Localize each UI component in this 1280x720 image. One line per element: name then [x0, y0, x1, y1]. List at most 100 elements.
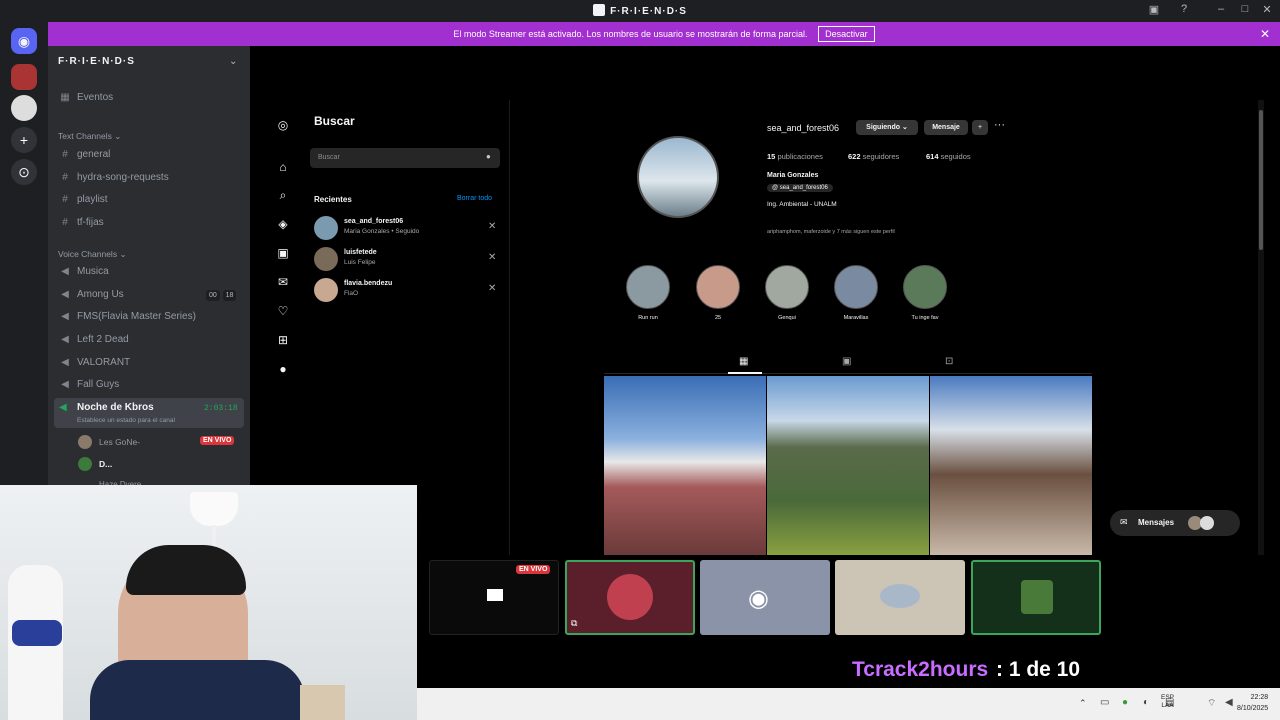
create-icon[interactable]: ⊞: [276, 333, 290, 347]
speaker-icon: ◀: [61, 334, 69, 345]
profile-avatar-icon[interactable]: ●: [276, 362, 290, 376]
guild-name[interactable]: F·R·I·E·N·D·S: [58, 56, 135, 67]
participant-tile[interactable]: ⧉: [565, 560, 695, 635]
wifi-icon[interactable]: ⌔: [1207, 697, 1216, 710]
text-channels-header[interactable]: Text Channels ⌄: [58, 131, 121, 142]
discover-icon[interactable]: ⊙: [11, 159, 37, 185]
followed-by[interactable]: ariphamphom, maferzoide y 7 más siguen e…: [767, 229, 895, 235]
avatar: [1021, 580, 1053, 614]
recent-search-item[interactable]: sea_and_forest06 Maria Gonzales • Seguid…: [310, 214, 500, 242]
discord-home-icon[interactable]: ◉: [11, 28, 37, 54]
reels-icon[interactable]: ▣: [276, 246, 290, 260]
tray-icon[interactable]: ▭: [1100, 697, 1109, 708]
voice-member[interactable]: Les GoNe- EN VIVO: [78, 434, 244, 450]
participant-tile[interactable]: [971, 560, 1101, 635]
chevron-down-icon[interactable]: ⌄: [229, 56, 237, 67]
add-server-icon[interactable]: +: [11, 127, 37, 153]
clock[interactable]: 22:28 8/10/2025: [1237, 692, 1268, 714]
clear-all-link[interactable]: Borrar todo: [457, 195, 492, 202]
instagram-icon[interactable]: ◎: [276, 118, 290, 132]
post-thumbnail[interactable]: [604, 376, 766, 555]
tagged-tab-icon[interactable]: ⊡: [945, 356, 953, 367]
speaker-icon: ◀: [61, 357, 69, 368]
app-logo-icon: [593, 4, 606, 16]
stream-tile[interactable]: EN VIVO: [429, 560, 559, 635]
clear-search-icon[interactable]: ●: [486, 152, 491, 161]
message-button[interactable]: Mensaje: [924, 120, 968, 135]
following-count[interactable]: 614 seguidos: [926, 152, 971, 161]
voice-channel-musica[interactable]: ◀ Musica: [58, 262, 244, 282]
followers-count[interactable]: 622 seguidores: [848, 152, 899, 161]
stream-overlay-counter: : 1 de 10: [996, 658, 1081, 681]
user-limit-badge: 18: [222, 290, 237, 301]
messages-icon[interactable]: ✉: [276, 275, 290, 289]
inbox-icon[interactable]: ▣: [1145, 3, 1163, 19]
close-window-button[interactable]: ✕: [1258, 3, 1276, 19]
tray-icon[interactable]: ◐: [1143, 697, 1149, 708]
speaker-icon: ◀: [61, 266, 69, 277]
maximize-button[interactable]: □: [1236, 3, 1254, 19]
minimize-button[interactable]: –: [1212, 3, 1230, 19]
search-input[interactable]: Buscar ●: [310, 148, 500, 168]
remove-recent-icon[interactable]: ✕: [488, 283, 496, 294]
tray-icon[interactable]: ●: [1122, 697, 1128, 708]
search-icon[interactable]: ⌕: [276, 188, 290, 202]
voice-channel-left2dead[interactable]: ◀ Left 2 Dead: [58, 330, 244, 350]
avatar: [314, 216, 338, 240]
voice-member[interactable]: D...: [78, 456, 244, 472]
story-highlight[interactable]: 25: [696, 265, 740, 321]
participant-tile[interactable]: ◉: [700, 560, 830, 635]
lamp: [190, 492, 238, 526]
home-icon[interactable]: ⌂: [276, 160, 290, 174]
voice-channel-fms[interactable]: ◀ FMS(Flavia Master Series): [58, 307, 244, 327]
events-item[interactable]: ▦ Eventos: [58, 88, 244, 108]
avatar: [1200, 516, 1214, 530]
chevron-up-icon[interactable]: ⌃: [1079, 698, 1087, 709]
channel-status[interactable]: Establece un estado para el canal: [77, 417, 175, 424]
recent-search-item[interactable]: flavia.bendezu FlaO ✕: [310, 276, 500, 304]
following-button[interactable]: Siguiendo ⌄: [856, 120, 918, 135]
server-icon[interactable]: [11, 64, 37, 90]
remove-recent-icon[interactable]: ✕: [488, 252, 496, 263]
messages-pill[interactable]: ✉ Mensajes: [1110, 510, 1240, 536]
heart-icon[interactable]: ♡: [276, 304, 290, 318]
speaker-icon: ◀: [61, 289, 69, 300]
story-highlight[interactable]: Maravillas: [834, 265, 878, 321]
voice-channel-valorant[interactable]: ◀ VALORANT: [58, 353, 244, 373]
story-highlight[interactable]: Tu inge fav: [903, 265, 947, 321]
voice-channel-among-us[interactable]: ◀ Among Us 00 18: [58, 285, 244, 305]
server-icon-friends[interactable]: [11, 95, 37, 121]
deactivate-button[interactable]: Desactivar: [818, 26, 875, 42]
avatar: [314, 247, 338, 271]
channel-playlist[interactable]: # playlist: [58, 190, 244, 210]
channel-general[interactable]: # general: [58, 145, 244, 165]
channel-tf-fijas[interactable]: # tf-fijas: [58, 213, 244, 233]
more-options-icon[interactable]: ···: [994, 119, 1005, 131]
scrollbar[interactable]: [1258, 100, 1264, 555]
post-thumbnail[interactable]: [930, 376, 1092, 555]
story-highlight[interactable]: Run run: [626, 265, 670, 321]
recent-search-item[interactable]: luisfetede Luis Felipe ✕: [310, 245, 500, 273]
profile-avatar[interactable]: [637, 136, 719, 218]
voice-channels-header[interactable]: Voice Channels ⌄: [58, 249, 127, 260]
threads-badge[interactable]: @ sea_and_forest06: [767, 184, 833, 192]
hash-icon: #: [62, 172, 68, 183]
participant-tile[interactable]: [835, 560, 965, 635]
language-indicator[interactable]: ESP LAA: [1161, 694, 1174, 710]
help-icon[interactable]: ?: [1175, 3, 1193, 19]
channel-hydra[interactable]: # hydra-song-requests: [58, 168, 244, 188]
active-tab-indicator: [728, 372, 762, 374]
live-badge: EN VIVO: [516, 565, 551, 574]
post-thumbnail[interactable]: [767, 376, 929, 555]
volume-icon[interactable]: ◀: [1225, 697, 1233, 708]
voice-channel-fall-guys[interactable]: ◀ Fall Guys: [58, 375, 244, 395]
close-banner-icon[interactable]: ✕: [1260, 22, 1270, 46]
voice-channel-active[interactable]: ◀ Noche de Kbros 2:03:18 Establece un es…: [54, 398, 244, 428]
remove-recent-icon[interactable]: ✕: [488, 221, 496, 232]
discord-logo-icon: ◉: [748, 585, 769, 612]
explore-icon[interactable]: ◈: [276, 217, 290, 231]
reels-tab-icon[interactable]: ▣: [842, 356, 851, 367]
add-user-icon[interactable]: +: [972, 120, 988, 135]
posts-grid-icon[interactable]: ▦: [739, 356, 748, 367]
story-highlight[interactable]: Genqui: [765, 265, 809, 321]
